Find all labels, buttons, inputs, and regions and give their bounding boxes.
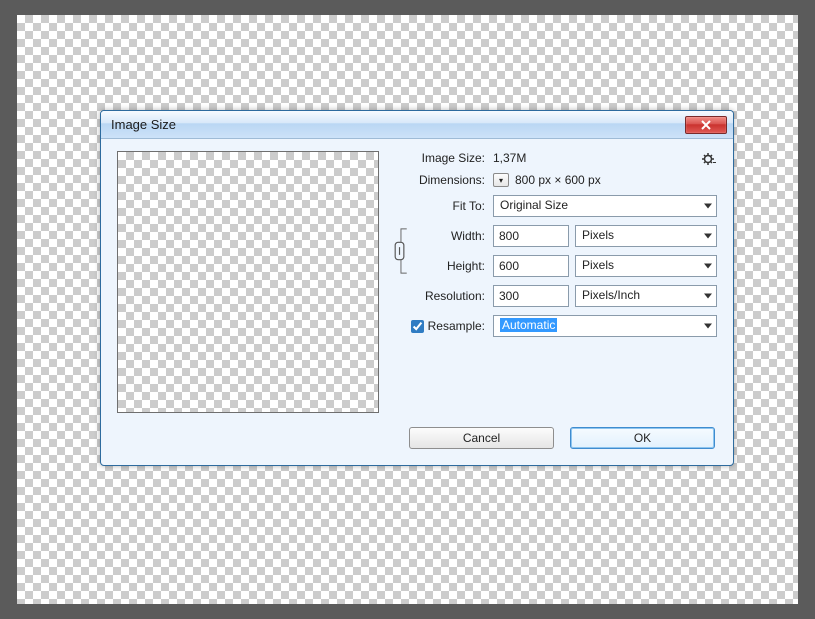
close-button[interactable] [685,116,727,134]
resolution-unit-value: Pixels/Inch [582,288,640,302]
image-size-label: Image Size: [393,151,487,165]
height-unit-select[interactable]: Pixels [575,255,717,277]
image-size-dialog: Image Size [100,110,734,466]
width-label: Width: [417,229,487,243]
resample-select[interactable]: Automatic [493,315,717,337]
gear-icon [702,152,716,166]
chevron-down-icon [704,204,712,209]
link-icon [389,225,411,277]
fit-to-select[interactable]: Original Size [493,195,717,217]
chevron-down-icon [704,294,712,299]
width-unit-value: Pixels [582,228,614,242]
chevron-down-icon [704,264,712,269]
resolution-label: Resolution: [393,289,487,303]
chevron-down-icon: ▾ [499,176,503,185]
height-input[interactable] [493,255,569,277]
cancel-button[interactable]: Cancel [409,427,554,449]
resample-label: Resample: [428,319,485,333]
resolution-input[interactable] [493,285,569,307]
resolution-unit-select[interactable]: Pixels/Inch [575,285,717,307]
dimensions-value: 800 px × 600 px [515,173,601,187]
chevron-down-icon [704,234,712,239]
width-input[interactable] [493,225,569,247]
constrain-proportions-link[interactable] [389,225,411,277]
fit-to-value: Original Size [500,198,568,212]
height-label: Height: [417,259,487,273]
ok-button[interactable]: OK [570,427,715,449]
fit-to-label: Fit To: [393,199,487,213]
dialog-titlebar[interactable]: Image Size [101,111,733,139]
image-size-value: 1,37M [493,151,526,165]
settings-button[interactable] [701,151,717,167]
height-unit-value: Pixels [582,258,614,272]
dialog-title: Image Size [111,117,685,132]
resample-checkbox[interactable] [411,320,424,333]
width-unit-select[interactable]: Pixels [575,225,717,247]
chevron-down-icon [704,324,712,329]
close-icon [700,120,712,130]
dimensions-unit-button[interactable]: ▾ [493,173,509,187]
resample-value: Automatic [500,318,557,332]
image-preview [117,151,379,413]
dimensions-label: Dimensions: [393,173,487,187]
